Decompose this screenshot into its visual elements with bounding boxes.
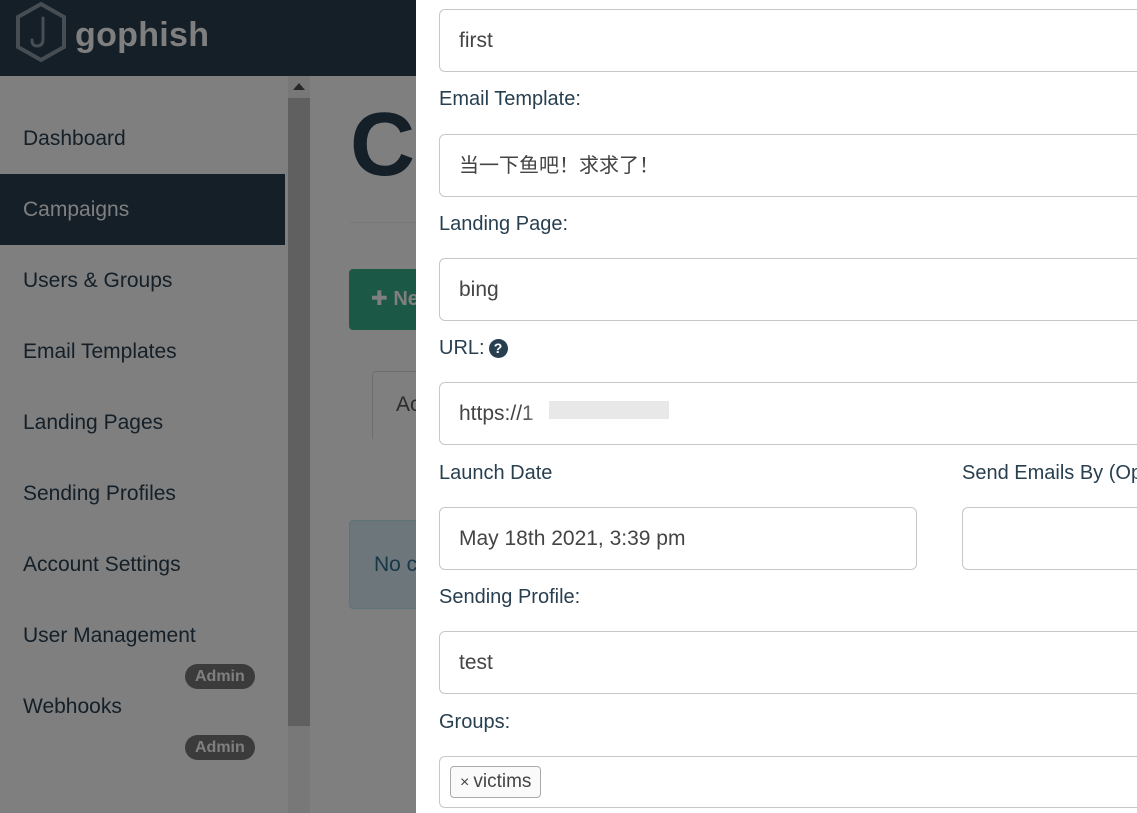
url-label: URL:? [439,337,508,360]
send-emails-by-label: Send Emails By (Op [962,462,1137,484]
url-label-text: URL: [439,337,485,359]
email-template-select[interactable]: 当一下鱼吧！求求了！ [439,134,1137,197]
landing-page-label: Landing Page: [439,213,569,235]
group-chip-victims[interactable]: × victims [450,766,542,798]
groups-label: Groups: [439,711,511,733]
redacted-bar [549,401,669,419]
remove-x-icon[interactable]: × [460,774,469,791]
new-campaign-modal: first Email Template: 当一下鱼吧！求求了！ Landing… [416,0,1137,813]
campaign-name-input[interactable]: first [439,9,1137,72]
landing-page-select[interactable]: bing [439,258,1137,321]
groups-select[interactable]: × victims [439,756,1137,808]
url-input-value: https://1 [459,402,534,425]
group-chip-label: victims [473,771,532,792]
sending-profile-select[interactable]: test [439,631,1137,694]
sending-profile-label: Sending Profile: [439,586,581,608]
url-input[interactable]: https://1 [439,382,1137,445]
launch-date-label: Launch Date [439,462,553,484]
send-emails-by-input[interactable] [962,507,1137,570]
email-template-label: Email Template: [439,88,581,110]
launch-date-input[interactable]: May 18th 2021, 3:39 pm [439,507,917,570]
question-circle-icon[interactable]: ? [488,339,508,358]
